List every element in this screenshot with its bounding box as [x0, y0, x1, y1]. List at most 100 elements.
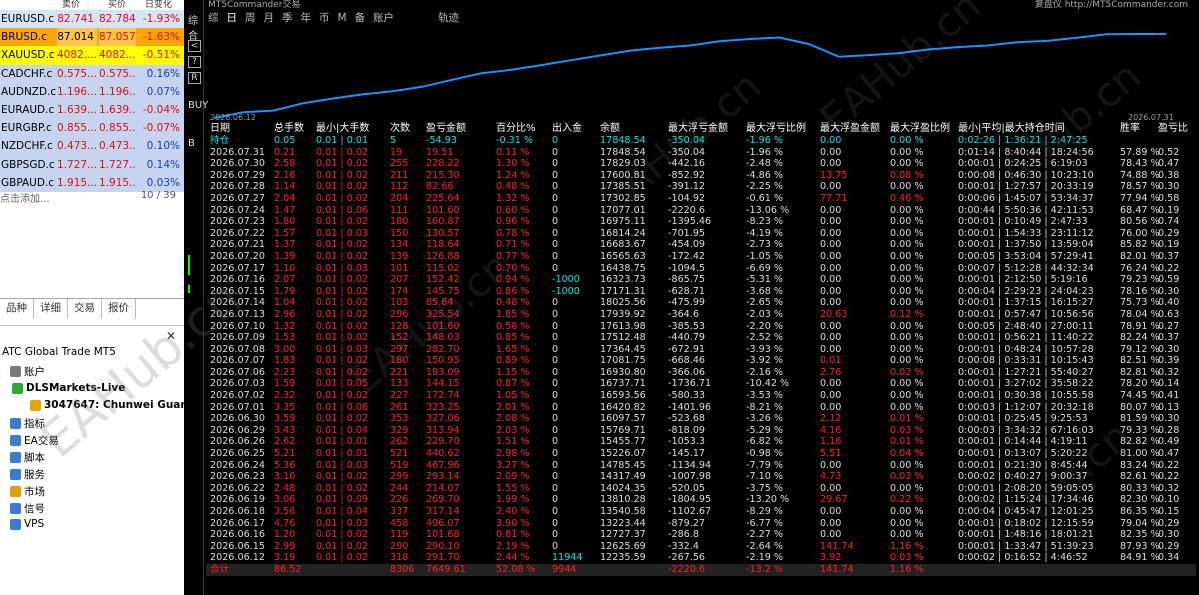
stats-row: 2026.06.29 3.43 0.01 | 0.04 329 313.94 2.03 %…: [206, 425, 1196, 437]
daily-change: 0.03%: [146, 176, 180, 189]
market-watch-row[interactable]: EURAUD.c 1.639... 1.639... -0.04%: [0, 100, 184, 120]
stats-cell: 0.14: [1158, 378, 1180, 390]
stats-cell: -6.82 %: [746, 436, 783, 448]
change-header: 日变化: [145, 0, 173, 10]
stats-cell: 0.01 | 0.04: [316, 506, 369, 517]
stats-cell: 0.28: [1158, 424, 1180, 436]
toolbar-back-button[interactable]: <: [188, 40, 201, 52]
tab-symbols[interactable]: 品种: [0, 299, 34, 319]
stats-cell: 0.00 %: [890, 343, 924, 355]
stats-cell: 0: [552, 343, 559, 355]
stats-cell: 0.01 | 0.02: [316, 482, 369, 494]
stats-cell: 215.30: [426, 169, 460, 181]
market-watch-row[interactable]: NZDCHF.c 0.473... 0.473... 0.10%: [0, 137, 184, 156]
stats-cell: 15226.07: [600, 448, 646, 460]
stats-cell: 0.19: [1158, 239, 1180, 251]
toolbar-label-buy[interactable]: BUY: [188, 100, 208, 111]
stats-cell: -1102.67: [668, 506, 712, 517]
navigator-item[interactable]: 脚本: [10, 450, 45, 465]
stats-cell: -8.23 %: [746, 216, 783, 228]
stats-cell: 16420.82: [600, 401, 646, 413]
stats-cell: 0.01 | 0.02: [316, 413, 369, 425]
stats-cell: 0: [552, 401, 559, 413]
stats-cell: 2.48: [274, 482, 296, 494]
stats-cell: 0: [552, 320, 559, 332]
tab-details[interactable]: 详细: [34, 299, 68, 319]
navigator-item[interactable]: 市场: [10, 484, 45, 499]
chart-site: 复盘仪 http://MT5Commander.com: [1034, 0, 1188, 10]
stats-cell: 337: [390, 506, 409, 517]
stats-cell: 0.00: [820, 529, 842, 541]
stats-cell: 日期: [210, 123, 230, 134]
stats-cell: 3.92: [820, 552, 842, 564]
stats-cell: 0.47: [1158, 158, 1180, 170]
stats-cell: 144.15: [426, 378, 460, 390]
stats-cell: -440.79: [668, 332, 706, 344]
stats-row: 2026.07.28 1.14 0.01 | 0.02 112 82.66 0.48 % 0…: [206, 181, 1196, 193]
stats-cell: 0: [552, 378, 559, 390]
stats-cell: 0.01 | 0.02: [316, 297, 369, 309]
stats-cell: 2.12: [820, 413, 842, 425]
stats-cell: 211: [390, 169, 409, 181]
navigator-item[interactable]: 信号: [10, 501, 45, 516]
stats-cell: 0: [552, 366, 559, 378]
stats-cell: 12235.59: [600, 552, 646, 564]
stats-cell: 86.52: [274, 563, 302, 575]
stats-cell: 0.22: [1158, 262, 1180, 274]
stats-cell: 2026.07.30: [210, 158, 265, 170]
stats-cell: 0.01 | 0.02: [316, 285, 369, 297]
toolbar-r-button[interactable]: R: [188, 72, 201, 84]
market-watch-row[interactable]: XAUUSD.c 4082.... 4082.... -0.51%: [0, 46, 184, 65]
stats-cell: 0:00:07 | 5:12:28 | 44:32:34: [958, 262, 1094, 274]
stats-cell: 3.59: [274, 413, 296, 425]
tab-ticks[interactable]: 报价: [102, 299, 136, 319]
navigator-item[interactable]: 服务: [10, 467, 45, 482]
stats-cell: -385.53: [668, 320, 706, 332]
stats-row: 2026.07.13 2.96 0.01 | 0.02 296 325.54 1.85 %…: [206, 309, 1196, 321]
stats-cell: 0: [552, 471, 559, 483]
market-watch-row[interactable]: EURGBP.c 0.855... 0.855... -0.07%: [0, 119, 184, 138]
stats-cell: 0:00:05 | 2:48:40 | 27:00:11: [958, 320, 1094, 332]
stats-cell: 141.74: [820, 540, 854, 552]
stats-cell: 118.64: [426, 239, 460, 251]
market-watch-row[interactable]: BRUSD.c 87.014 87.057 -1.63%: [0, 28, 184, 47]
stats-cell: 75.73 %: [1120, 297, 1160, 309]
stats-cell: 318: [390, 552, 409, 564]
stats-cell: 0: [552, 308, 559, 320]
navigator-item-label: 账户: [24, 366, 45, 378]
navigator-item-label: 服务: [24, 469, 45, 481]
stats-row: 2026.06.26 2.62 0.01 | 0.01 262 229.70 1.51 %…: [206, 436, 1196, 448]
toolbar-label-summary[interactable]: 综合: [188, 12, 203, 42]
stats-cell: 0.37: [1158, 250, 1180, 262]
daily-change: 0.07%: [146, 85, 180, 98]
stats-cell: 1.57: [274, 227, 296, 239]
stats-cell: 85.82 %: [1120, 239, 1160, 251]
navigator-item[interactable]: 账户: [10, 364, 45, 379]
stats-cell: 0:00:03 | 1:12:07 | 20:32:18: [958, 401, 1094, 413]
navigator-root[interactable]: ATC Global Trade MT5: [2, 346, 116, 358]
toolbar-label-b[interactable]: B: [188, 138, 195, 149]
stats-cell: 0.01 | 0.02: [316, 169, 369, 181]
stats-cell: 227: [390, 390, 409, 402]
stats-cell: 0.01 | 0.06: [316, 204, 369, 216]
market-watch-row[interactable]: CADCHF.c 0.575... 0.575... 0.16%: [0, 64, 184, 83]
tab-trading[interactable]: 交易: [68, 299, 102, 319]
market-watch-row[interactable]: EURUSD.c 82.741 82.784 -1.93%: [0, 10, 184, 29]
navigator-item[interactable]: VPS: [10, 518, 44, 530]
stats-cell: 2026.07.06: [210, 366, 265, 378]
navigator-item-icon: [10, 469, 21, 480]
toolbar-help-button[interactable]: ?: [188, 56, 201, 68]
market-watch-row[interactable]: GBPSGD.c 1.727... 1.727... 0.14%: [0, 155, 184, 174]
stats-cell: 119: [390, 529, 409, 541]
stats-cell: 2.23: [274, 366, 296, 378]
market-watch-row[interactable]: AUDNZD.c 1.196... 1.196... 0.07%: [0, 82, 184, 101]
stats-cell: -3.53 %: [746, 390, 783, 402]
add-symbol-link[interactable]: 点击添加...: [0, 194, 50, 205]
stats-cell: 2.07: [274, 274, 296, 286]
stats-cell: 2026.07.21: [210, 239, 265, 251]
bid-price: 87.014: [57, 28, 97, 47]
stats-cell: 0.01 | 0.03: [316, 262, 369, 274]
stats-cell: -2.19 %: [746, 552, 783, 564]
stats-cell: 2026.06.12: [210, 552, 265, 564]
stats-cell: -0.31 %: [496, 135, 533, 146]
